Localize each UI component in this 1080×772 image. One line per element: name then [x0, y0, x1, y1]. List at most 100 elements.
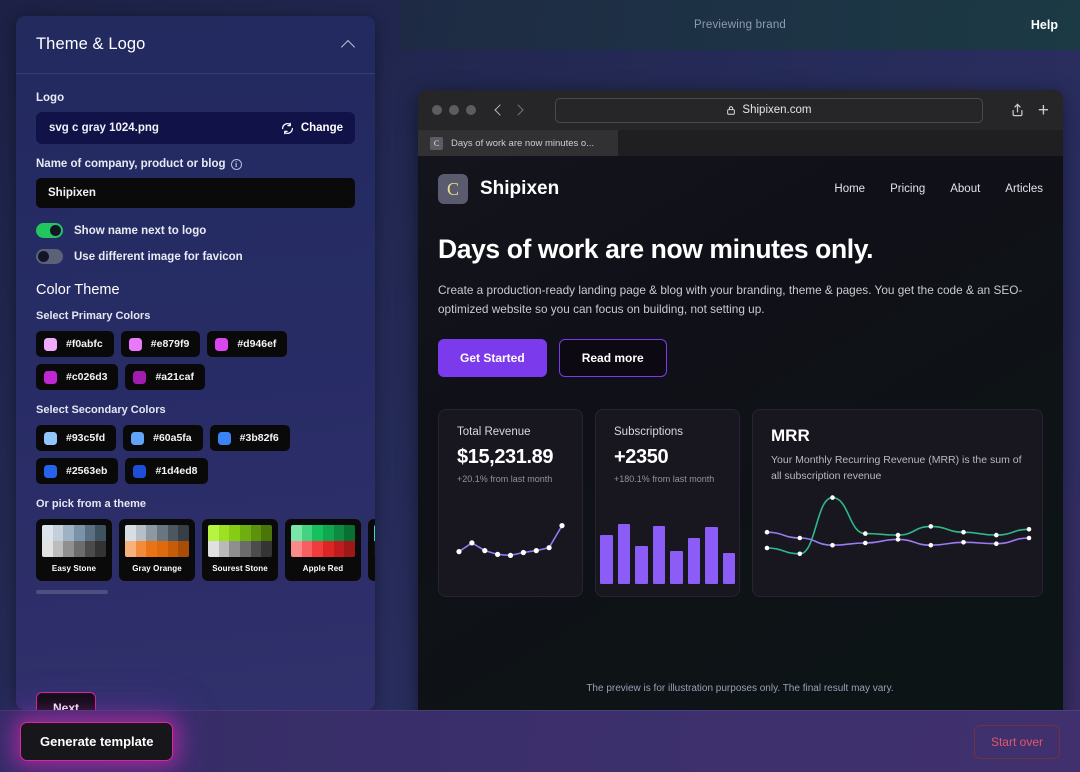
change-label: Change [300, 122, 343, 134]
color-swatch-2563eb[interactable]: #2563eb [36, 458, 119, 484]
browser-actions: + [1010, 101, 1049, 120]
chart-data-point [994, 533, 999, 538]
card-delta: +20.1% from last month [457, 474, 553, 485]
swatch-hex-label: #c026d3 [66, 371, 108, 383]
color-swatch-1d4ed8[interactable]: #1d4ed8 [125, 458, 209, 484]
chart-data-point [863, 540, 868, 546]
preview-status-label: Previewing brand [693, 19, 787, 31]
plus-icon[interactable]: + [1038, 101, 1049, 120]
card-total-revenue: Total Revenue $15,231.89 +20.1% from las… [438, 409, 583, 598]
chevron-up-icon[interactable] [342, 38, 355, 51]
color-swatch-3b82f6[interactable]: #3b82f6 [209, 425, 290, 451]
chart-data-point [546, 545, 552, 551]
color-swatch-f0abfc[interactable]: #f0abfc [36, 331, 114, 357]
swatch-hex-label: #1d4ed8 [155, 465, 198, 477]
help-link[interactable]: Help [1031, 18, 1058, 32]
theme-preset-card[interactable]: B [368, 519, 375, 581]
chart-data-point [830, 495, 835, 501]
theme-preset-card[interactable]: Gray Orange [119, 519, 195, 581]
site-nav-link-about[interactable]: About [950, 183, 980, 195]
chevron-right-icon[interactable] [512, 102, 528, 118]
address-bar[interactable]: Shipixen.com [555, 97, 983, 123]
logo-label: Logo [36, 92, 65, 104]
mrr-title: MRR [771, 426, 810, 446]
theme-preset-name: B [374, 557, 375, 581]
chart-data-point [797, 535, 803, 541]
chart-data-point [830, 543, 835, 548]
card-mrr: MRR Your Monthly Recurring Revenue (MRR)… [752, 409, 1043, 598]
chevron-left-icon[interactable] [491, 102, 507, 118]
next-button[interactable]: Next [36, 692, 97, 710]
color-swatch-e879f9[interactable]: #e879f9 [120, 331, 201, 357]
color-swatch-a21caf[interactable]: #a21caf [125, 364, 205, 390]
color-swatch-c026d3[interactable]: #c026d3 [36, 364, 119, 390]
theme-preset-card[interactable]: Apple Red [285, 519, 361, 581]
swatch-hex-label: #60a5fa [153, 432, 192, 444]
primary-colors-label: Select Primary Colors [36, 310, 151, 322]
info-icon[interactable]: i [230, 158, 242, 170]
theme-list-scrollbar[interactable] [36, 590, 108, 594]
tab-title: Days of work are now minutes o... [451, 137, 595, 149]
color-swatch-d946ef[interactable]: #d946ef [207, 331, 288, 357]
theme-preset-list[interactable]: Easy Stone Gray Orange Sourest Stone Apple … [36, 519, 375, 585]
swatch-hex-label: #f0abfc [66, 338, 103, 350]
generate-template-button[interactable]: Generate template [20, 722, 174, 761]
chart-data-point [961, 540, 966, 545]
chart-bar [652, 526, 665, 585]
chart-bar [722, 552, 735, 585]
multi-line-chart-svg [764, 495, 1032, 557]
browser-tabstrip: C Days of work are now minutes o... [418, 130, 1063, 156]
chart-data-point [495, 552, 501, 558]
site-nav-link-articles[interactable]: Articles [1005, 183, 1043, 195]
theme-preset-name: Sourest Stone [212, 564, 268, 573]
toggle-switch[interactable] [36, 249, 63, 264]
theme-preset-name: Apple Red [302, 564, 344, 573]
theme-color-row [208, 525, 272, 541]
color-swatch-93c5fd[interactable]: #93c5fd [36, 425, 117, 451]
theme-swatch-preview [42, 525, 106, 557]
action-bar: Generate template Start over [0, 710, 1080, 772]
card-value: $15,231.89 [457, 446, 554, 469]
browser-tab[interactable]: C Days of work are now minutes o... [418, 130, 618, 156]
window-controls[interactable] [432, 105, 476, 115]
hero-cta-group: Get Started Read more [438, 339, 1043, 378]
theme-color-row [42, 541, 106, 557]
card-value: +2350 [614, 446, 669, 469]
start-over-button[interactable]: Start over [973, 724, 1060, 759]
logo-file-input[interactable]: svg c gray 1024.png Change [36, 112, 355, 144]
card-subscriptions: Subscriptions +2350 +180.1% from last mo… [595, 409, 740, 598]
toggle-use-different-favicon[interactable]: Use different image for favicon [36, 249, 355, 264]
refresh-icon [281, 122, 293, 134]
swatch-color-dot [44, 370, 57, 384]
site-nav-links: Home Pricing About Articles [834, 183, 1043, 195]
chart-data-point [764, 545, 770, 551]
panel-header[interactable]: Theme & Logo [16, 16, 375, 74]
swatch-color-dot [215, 337, 229, 351]
theme-preset-card[interactable]: Easy Stone [36, 519, 112, 581]
chart-data-point [961, 530, 966, 535]
company-name-input[interactable]: Shipixen [36, 178, 355, 208]
share-icon[interactable] [1010, 102, 1025, 118]
chart-line [766, 497, 1030, 555]
chart-data-point [863, 531, 868, 537]
chart-bar [617, 523, 630, 585]
chart-bar [705, 527, 718, 585]
read-more-button[interactable]: Read more [558, 339, 667, 378]
theme-preset-card[interactable]: Sourest Stone [202, 519, 278, 581]
browser-mockup: Shipixen.com + C Days of work are now mi… [418, 90, 1063, 750]
get-started-button[interactable]: Get Started [438, 339, 547, 378]
secondary-color-swatches: #93c5fd #60a5fa #3b82f6 #2563eb #1d4ed8 [36, 425, 355, 484]
color-swatch-60a5fa[interactable]: #60a5fa [123, 425, 203, 451]
site-nav-link-home[interactable]: Home [834, 183, 865, 195]
chart-data-point [507, 553, 514, 559]
swatch-hex-label: #3b82f6 [239, 432, 279, 444]
toggle-show-name-next-to-logo[interactable]: Show name next to logo [36, 223, 355, 238]
site-nav-link-pricing[interactable]: Pricing [890, 183, 925, 195]
site-logo: C [438, 174, 468, 204]
swatch-hex-label: #93c5fd [66, 432, 106, 444]
change-logo-button[interactable]: Change [281, 122, 343, 135]
swatch-color-dot [133, 370, 147, 384]
toggle-switch[interactable] [36, 223, 63, 238]
company-name-value: Shipixen [48, 187, 96, 199]
primary-color-swatches: #f0abfc #e879f9 #d946ef #c026d3 #a21caf [36, 331, 355, 390]
